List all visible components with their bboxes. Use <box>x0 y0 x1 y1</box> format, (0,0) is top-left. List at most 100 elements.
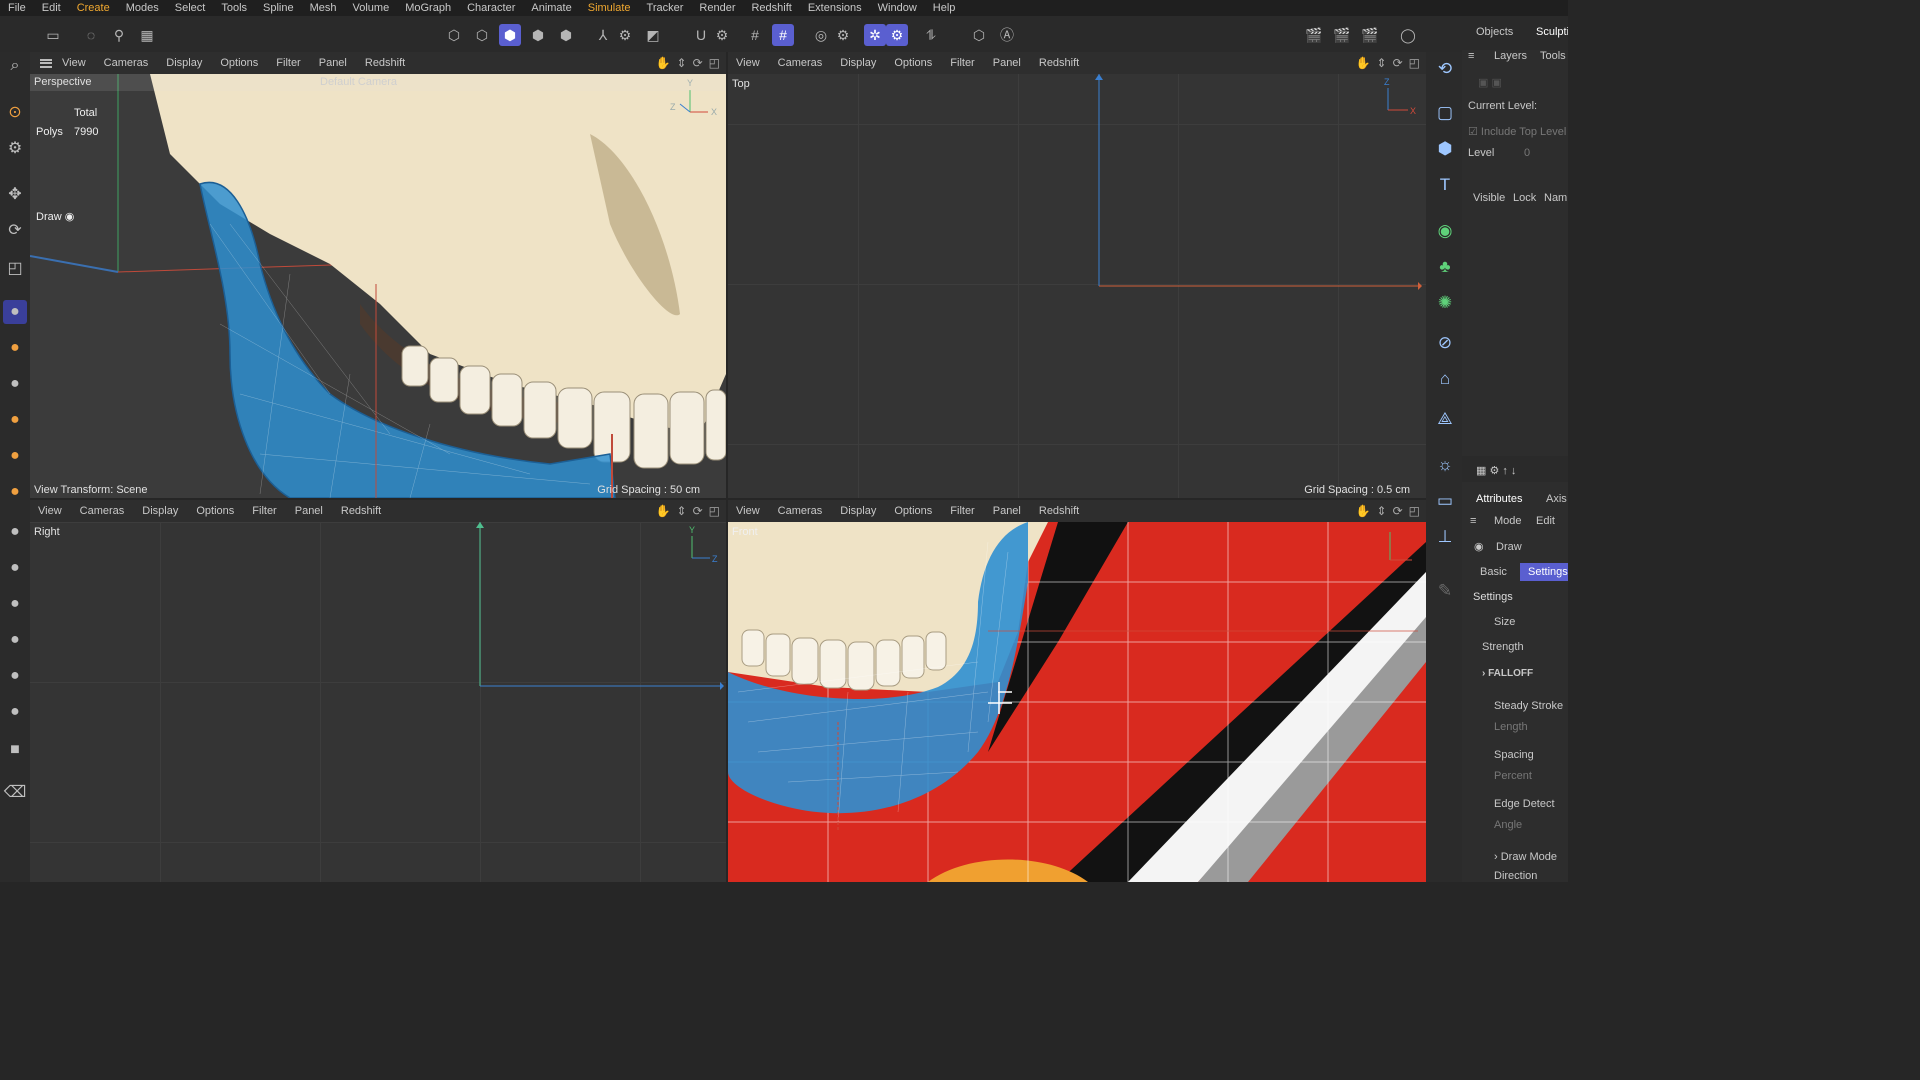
vp-menu-view[interactable]: View <box>736 505 760 517</box>
uv-mode-icon[interactable]: ⬢ <box>527 24 549 46</box>
grid-snap-icon[interactable]: # <box>744 24 766 46</box>
flatten-brush-icon[interactable]: ● <box>3 556 27 580</box>
tab-settings[interactable]: Settings <box>1520 563 1568 581</box>
deformer-grid-icon[interactable]: ⟁ <box>1432 406 1458 432</box>
orbit-icon[interactable]: ⟳ <box>693 504 703 518</box>
vp-menu-display[interactable]: Display <box>840 57 876 69</box>
falloff-group[interactable]: › FALLOFF <box>1482 668 1533 679</box>
edges-mode-icon[interactable]: ⬡ <box>471 24 493 46</box>
menu-mesh[interactable]: Mesh <box>302 2 345 14</box>
vp-menu-filter[interactable]: Filter <box>950 505 974 517</box>
symmetry-icon[interactable]: ✲ <box>864 24 886 46</box>
viewport-front[interactable]: View Cameras Display Options Filter Pane… <box>728 500 1426 882</box>
axis-settings-icon[interactable]: ⚙ <box>614 24 636 46</box>
live-selection-icon[interactable]: ◌ <box>80 24 102 46</box>
menu-file[interactable]: File <box>0 2 34 14</box>
mode-menu[interactable]: Mode <box>1494 515 1522 527</box>
vp-menu-cameras[interactable]: Cameras <box>80 505 125 517</box>
grab-brush-icon[interactable]: ● <box>3 336 27 360</box>
vp-menu-filter[interactable]: Filter <box>252 505 276 517</box>
cube-primitive-icon[interactable]: ⬢ <box>1432 136 1458 162</box>
points-mode-icon[interactable]: ⬡ <box>443 24 465 46</box>
menu-character[interactable]: Character <box>459 2 523 14</box>
render-region-icon[interactable]: 🎬 <box>1303 24 1325 46</box>
light-icon[interactable]: ☼ <box>1432 452 1458 478</box>
vp-menu-options[interactable]: Options <box>220 57 258 69</box>
soft-selection-icon[interactable]: ◎ <box>810 24 832 46</box>
tab-sculpt[interactable]: Sculpti <box>1536 26 1568 38</box>
maximize-icon[interactable]: ◰ <box>709 504 720 518</box>
menu-animate[interactable]: Animate <box>523 2 579 14</box>
top-canvas[interactable]: X Z Top Grid Spacing : 0.5 cm <box>728 74 1426 498</box>
floor-icon[interactable]: ⊥ <box>1432 524 1458 550</box>
hamburger-icon[interactable]: ≡ <box>1470 515 1476 527</box>
dolly-icon[interactable]: ⇕ <box>1377 504 1387 518</box>
vp-menu-panel[interactable]: Panel <box>319 57 347 69</box>
vp-menu-filter[interactable]: Filter <box>950 57 974 69</box>
perspective-canvas[interactable]: Z X Y Perspective Default Camera Total P… <box>30 74 726 498</box>
pan-icon[interactable]: ✋ <box>656 504 671 518</box>
render-view-icon[interactable]: 🎬 <box>1331 24 1353 46</box>
hamburger-icon[interactable]: ≡ <box>1468 50 1474 62</box>
pinch-brush-icon[interactable]: ● <box>3 520 27 544</box>
axis-icon[interactable]: ⅄ <box>592 24 614 46</box>
pan-icon[interactable]: ✋ <box>656 56 671 70</box>
layer-add-icon[interactable]: ▣ ▣ <box>1478 76 1502 89</box>
visible-column[interactable]: Visible <box>1473 192 1505 204</box>
menu-redshift[interactable]: Redshift <box>743 2 799 14</box>
deformer-icon[interactable]: ✺ <box>1432 290 1458 316</box>
scene-node-icon[interactable]: ⌂ <box>1432 366 1458 392</box>
erase-brush-icon[interactable]: ● <box>3 700 27 724</box>
text-spline-icon[interactable]: T <box>1432 172 1458 198</box>
orbit-icon[interactable]: ⟳ <box>1393 56 1403 70</box>
fill-brush-icon[interactable]: ● <box>3 592 27 616</box>
cube-outline-icon[interactable]: ▢ <box>1432 100 1458 126</box>
level-value[interactable]: 0 <box>1524 147 1530 159</box>
menu-modes[interactable]: Modes <box>118 2 167 14</box>
symmetry-settings-icon[interactable]: ⚙ <box>886 24 908 46</box>
knife-brush-icon[interactable]: ● <box>3 480 27 504</box>
vp-menu-view[interactable]: View <box>62 57 86 69</box>
vp-menu-options[interactable]: Options <box>196 505 234 517</box>
camera-icon[interactable]: ▭ <box>1432 488 1458 514</box>
camera-label[interactable]: Default Camera <box>320 76 397 88</box>
maximize-icon[interactable]: ◰ <box>1409 56 1420 70</box>
hamburger-icon[interactable] <box>40 58 52 68</box>
vp-menu-redshift[interactable]: Redshift <box>341 505 381 517</box>
vp-menu-cameras[interactable]: Cameras <box>778 57 823 69</box>
object-mode-icon[interactable]: ⬢ <box>555 24 577 46</box>
render-to-picture-viewer-icon[interactable]: 🎬 <box>1359 24 1381 46</box>
menu-tools[interactable]: Tools <box>213 2 255 14</box>
vp-menu-panel[interactable]: Panel <box>295 505 323 517</box>
snap-icon[interactable]: U <box>690 24 712 46</box>
menu-create[interactable]: Create <box>69 2 118 14</box>
smooth-brush-icon[interactable]: ● <box>3 372 27 396</box>
menu-render[interactable]: Render <box>691 2 743 14</box>
clay-brush-icon[interactable]: ● <box>3 408 27 432</box>
vp-menu-redshift[interactable]: Redshift <box>365 57 405 69</box>
snap-settings-icon[interactable]: ⚙ <box>711 24 733 46</box>
vp-menu-redshift[interactable]: Redshift <box>1039 505 1079 517</box>
redshift-icon[interactable]: ◯ <box>1397 24 1419 46</box>
model-mode-icon[interactable]: ▦ <box>136 24 158 46</box>
viewport-perspective[interactable]: View Cameras Display Options Filter Pane… <box>30 52 726 498</box>
vp-menu-view[interactable]: View <box>38 505 62 517</box>
viewport-solo-icon[interactable]: ⬡ <box>968 24 990 46</box>
include-top-checkbox[interactable]: ☑ Include Top Level <box>1468 125 1566 138</box>
menu-mograph[interactable]: MoGraph <box>397 2 459 14</box>
scale-tool-icon[interactable]: ◰ <box>3 256 27 280</box>
solo-icon[interactable]: ◩ <box>642 24 664 46</box>
vp-menu-panel[interactable]: Panel <box>993 57 1021 69</box>
tab-axis[interactable]: Axis <box>1546 493 1567 505</box>
mask-brush-icon[interactable]: ■ <box>3 738 27 762</box>
subdivision-icon[interactable]: ◉ <box>1432 218 1458 244</box>
menu-window[interactable]: Window <box>870 2 925 14</box>
tab-basic[interactable]: Basic <box>1480 566 1507 578</box>
menu-select[interactable]: Select <box>167 2 214 14</box>
vp-menu-redshift[interactable]: Redshift <box>1039 57 1079 69</box>
viewport-right[interactable]: View Cameras Display Options Filter Pane… <box>30 500 726 882</box>
vp-menu-cameras[interactable]: Cameras <box>104 57 149 69</box>
vp-menu-panel[interactable]: Panel <box>993 505 1021 517</box>
eraser-icon[interactable]: ⌫ <box>3 780 27 804</box>
name-column[interactable]: Nam <box>1544 192 1567 204</box>
